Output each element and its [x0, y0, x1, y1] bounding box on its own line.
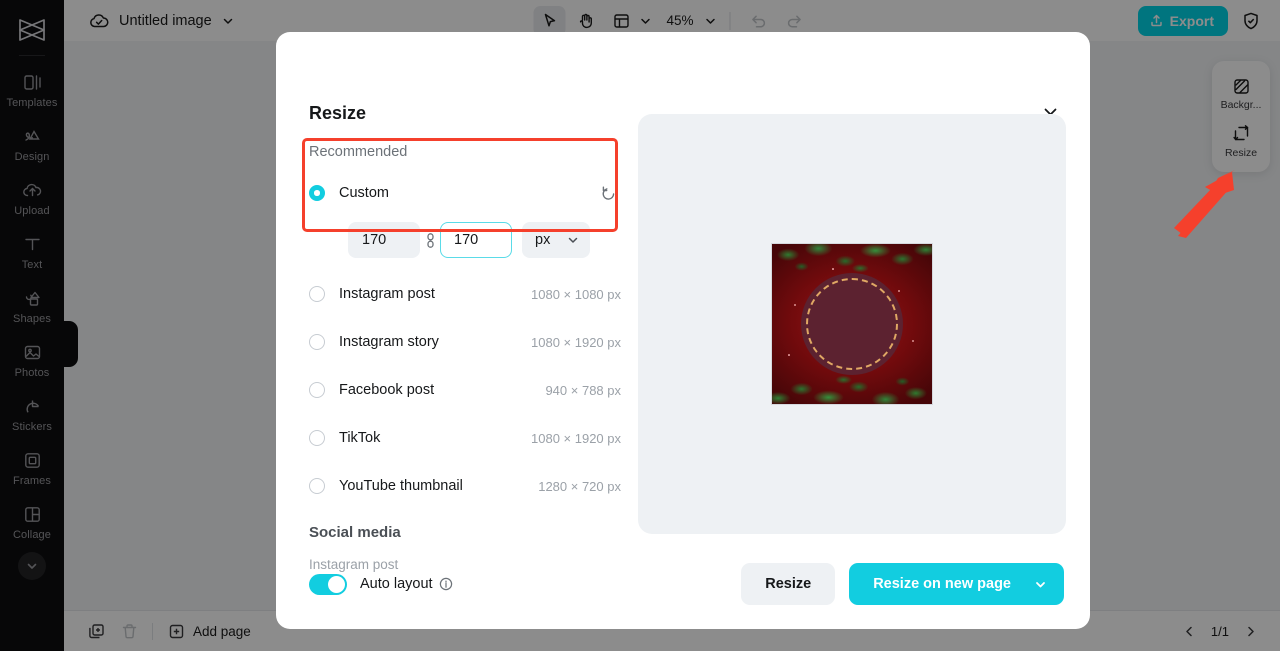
preset-dimensions: 1080 × 1080 px [531, 286, 621, 302]
preset-name: TikTok [339, 430, 381, 446]
custom-option-row[interactable]: Custom [309, 178, 621, 208]
preset-radio[interactable] [309, 334, 325, 350]
auto-layout-toggle[interactable] [309, 573, 347, 595]
preset-dimensions: 940 × 788 px [545, 382, 621, 398]
preset-radio[interactable] [309, 286, 325, 302]
preset-row-facebook-post[interactable]: Facebook post 940 × 788 px [309, 366, 621, 414]
preview-dashed-ring [806, 278, 898, 370]
preset-name: Instagram post [339, 286, 435, 302]
footer-actions: Resize Resize on new page [741, 563, 1064, 605]
dialog-footer: Auto layout Resize Resize on new page [276, 539, 1090, 629]
preset-row-youtube-thumbnail[interactable]: YouTube thumbnail 1280 × 720 px [309, 462, 621, 510]
custom-size-block: Custom 170 170 px [309, 174, 621, 258]
preset-name: YouTube thumbnail [339, 478, 463, 494]
unit-select[interactable]: px [522, 222, 590, 258]
auto-layout-label: Auto layout [360, 576, 433, 592]
preset-radio[interactable] [309, 382, 325, 398]
preview-speck [912, 340, 914, 342]
preview-speck [794, 304, 796, 306]
resize-options-column: Recommended Custom 170 170 px Instagram … [309, 144, 621, 572]
unit-value: px [535, 232, 551, 248]
resize-on-new-page-button[interactable]: Resize on new page [849, 563, 1064, 605]
info-icon[interactable] [439, 577, 453, 591]
app-root: Templates Design Upload Text Shapes Phot… [0, 0, 1280, 651]
preview-speck [832, 268, 834, 270]
recommended-heading: Recommended [309, 144, 408, 160]
preset-row-instagram-post[interactable]: Instagram post 1080 × 1080 px [309, 270, 621, 318]
preset-radio[interactable] [309, 478, 325, 494]
preset-dimensions: 1080 × 1920 px [531, 334, 621, 350]
preset-name: Facebook post [339, 382, 435, 398]
preview-speck [898, 290, 900, 292]
resize-on-new-page-label: Resize on new page [873, 576, 1011, 592]
resize-button[interactable]: Resize [741, 563, 836, 605]
preview-speck [788, 354, 790, 356]
dialog-title: Resize [309, 103, 367, 123]
preset-dimensions: 1080 × 1920 px [531, 430, 621, 446]
preset-radio[interactable] [309, 430, 325, 446]
preset-list: Instagram post 1080 × 1080 px Instagram … [309, 270, 621, 510]
custom-radio-button[interactable] [309, 185, 325, 201]
custom-label: Custom [339, 185, 389, 201]
dimension-inputs-row: 170 170 px [309, 222, 621, 258]
preset-row-instagram-story[interactable]: Instagram story 1080 × 1920 px [309, 318, 621, 366]
resize-on-new-page-chevron-down-icon [1033, 577, 1048, 592]
height-input[interactable]: 170 [440, 222, 512, 258]
reset-icon[interactable] [600, 185, 617, 202]
preview-panel [638, 114, 1066, 534]
preset-name: Instagram story [339, 334, 439, 350]
preset-row-tiktok[interactable]: TikTok 1080 × 1920 px [309, 414, 621, 462]
preview-image [771, 243, 933, 405]
link-dimensions-icon[interactable] [420, 232, 440, 249]
resize-dialog: Resize Recommended Custom 170 170 px Ins… [276, 32, 1090, 629]
width-input[interactable]: 170 [348, 222, 420, 258]
preset-dimensions: 1280 × 720 px [538, 478, 621, 494]
unit-chevron-down-icon [566, 233, 580, 247]
